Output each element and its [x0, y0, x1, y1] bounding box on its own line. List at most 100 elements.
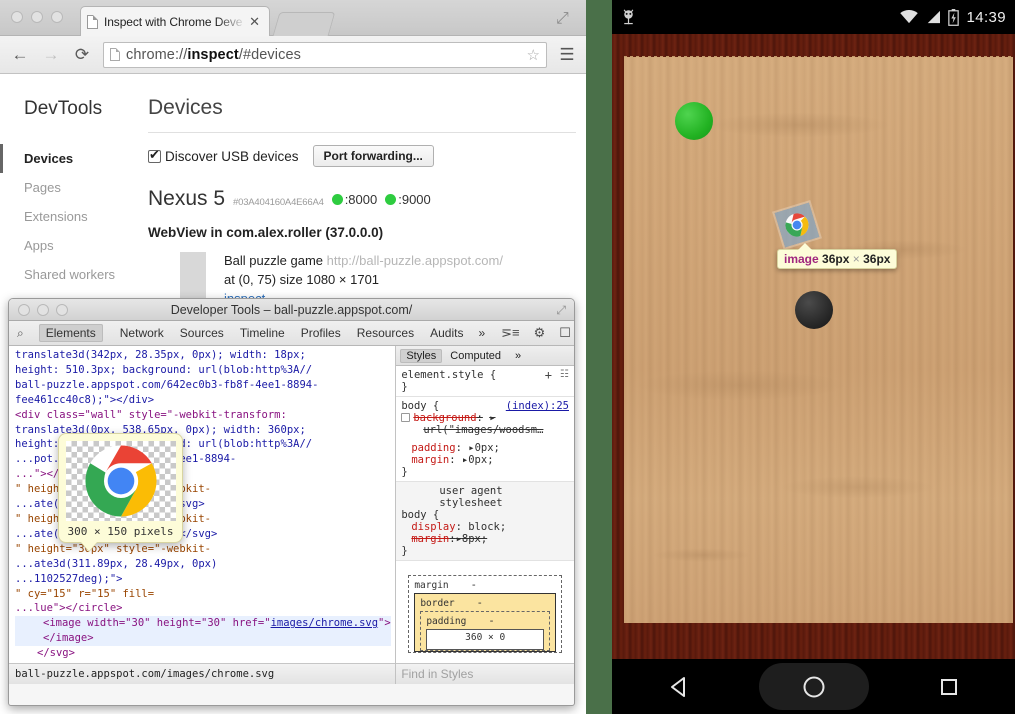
- bookmark-star-icon[interactable]: ☆: [527, 46, 540, 64]
- inspect-main: Devices Discover USB devices Port forwar…: [148, 96, 576, 315]
- tab-styles[interactable]: Styles: [400, 349, 442, 363]
- box-model-padding[interactable]: padding- 360 × 0: [420, 611, 550, 651]
- dom-line[interactable]: ...1102527deg);">: [15, 572, 391, 587]
- tab-sources[interactable]: Sources: [173, 324, 231, 342]
- browser-tab[interactable]: Inspect with Chrome Deve ✕: [80, 6, 270, 36]
- page-info-icon[interactable]: [110, 48, 120, 61]
- sidebar-item-pages[interactable]: Pages: [0, 173, 128, 202]
- tab-profiles[interactable]: Profiles: [294, 324, 348, 342]
- minimize-window-button[interactable]: [31, 11, 43, 23]
- tab-resources[interactable]: Resources: [350, 324, 421, 342]
- green-ball[interactable]: [675, 102, 713, 140]
- dom-selected-node[interactable]: <image width="30" height="30" href="imag…: [15, 616, 391, 646]
- declaration-toggle-checkbox[interactable]: [401, 413, 410, 422]
- chrome-logo-icon: [84, 444, 158, 518]
- declaration-name: margin: [411, 454, 449, 466]
- devtools-traffic-lights[interactable]: [18, 304, 68, 316]
- dom-line[interactable]: fee461cc40c8);"></div>: [15, 393, 391, 408]
- search-icon[interactable]: ⌕: [15, 326, 29, 341]
- menu-icon[interactable]: ☰: [558, 45, 576, 65]
- dom-line[interactable]: </svg>: [15, 646, 391, 661]
- recents-square-icon[interactable]: [937, 675, 961, 699]
- browser-toolbar: ← → ⟳ chrome://inspect/#devices ☆ ☰: [0, 36, 586, 74]
- address-bar[interactable]: chrome://inspect/#devices ☆: [103, 42, 547, 68]
- devtools-fullscreen-icon[interactable]: ⤢: [556, 303, 566, 318]
- image-preview-canvas: [66, 441, 176, 521]
- devtools-close-button[interactable]: [18, 304, 30, 316]
- rule-source-link[interactable]: (index):25: [506, 400, 569, 412]
- declaration-padding[interactable]: padding: ▸0px;: [401, 442, 569, 454]
- forward-button[interactable]: →: [41, 45, 61, 65]
- more-tabs-icon[interactable]: »: [472, 326, 491, 340]
- android-device-screen: 14:39 image 36px × 36p: [612, 0, 1015, 714]
- declaration-background[interactable]: background: ▸: [401, 412, 569, 424]
- tooltip-arrow: [798, 243, 812, 250]
- dom-line[interactable]: " height="30px" style="-webkit-: [15, 542, 391, 557]
- status-dot-icon: [332, 194, 343, 205]
- gear-icon[interactable]: ⚙: [528, 325, 552, 341]
- android-status-bar: 14:39: [612, 0, 1015, 34]
- port-forwarding-button[interactable]: Port forwarding...: [313, 145, 434, 167]
- styles-more-icon[interactable]: »: [509, 349, 527, 363]
- devtools-maximize-button[interactable]: [56, 304, 68, 316]
- declaration-arrow[interactable]: ▸: [489, 412, 495, 424]
- fullscreen-icon[interactable]: ⤢: [556, 10, 572, 26]
- element-picker-icon[interactable]: ☷: [560, 369, 569, 380]
- back-triangle-icon[interactable]: [666, 674, 692, 700]
- tab-network[interactable]: Network: [113, 324, 171, 342]
- sidebar-item-shared-workers[interactable]: Shared workers: [0, 260, 128, 289]
- declaration-margin[interactable]: margin: ▸0px;: [401, 454, 569, 466]
- target-page-url: http://ball-puzzle.appspot.com/: [327, 253, 503, 268]
- page-title-line: Ball puzzle game http://ball-puzzle.apps…: [224, 252, 503, 271]
- game-frame: [612, 34, 1015, 659]
- close-icon[interactable]: ✕: [246, 14, 263, 30]
- box-model-padding-value: -: [466, 615, 494, 627]
- checkbox-icon[interactable]: [148, 150, 161, 163]
- tab-timeline[interactable]: Timeline: [233, 324, 292, 342]
- dom-line[interactable]: translate3d(342px, 28.35px, 0px); width:…: [15, 348, 391, 363]
- box-model-border[interactable]: border- padding- 360 × 0: [414, 593, 556, 652]
- back-button[interactable]: ←: [10, 45, 30, 65]
- reload-button[interactable]: ⟳: [72, 45, 92, 65]
- dom-line[interactable]: height: 510.3px; background: url(blob:ht…: [15, 363, 391, 378]
- find-in-styles-input[interactable]: Find in Styles: [396, 663, 574, 684]
- declaration-name: margin: [411, 533, 449, 545]
- selected-node-link: images/chrome.svg: [271, 617, 378, 629]
- box-model-content[interactable]: 360 × 0: [426, 629, 544, 650]
- discover-usb-devices-checkbox[interactable]: Discover USB devices: [148, 149, 299, 164]
- devtools-titlebar[interactable]: Developer Tools – ball-puzzle.appspot.co…: [9, 299, 574, 321]
- dom-line[interactable]: " cy="15" r="15" fill=: [15, 587, 391, 602]
- add-rule-button[interactable]: +: [545, 368, 552, 382]
- status-bar-url: ball-puzzle.appspot.com/images/chrome.sv…: [15, 667, 274, 682]
- sidebar-item-extensions[interactable]: Extensions: [0, 202, 128, 231]
- dom-line-text: fee461cc40c8);"></div>: [15, 394, 154, 406]
- page-icon: [87, 15, 98, 29]
- device-serial: #03A404160A4E66A4: [233, 197, 324, 208]
- console-drawer-icon[interactable]: ⋝≡: [495, 325, 525, 341]
- tab-audits[interactable]: Audits: [423, 324, 470, 342]
- dom-line[interactable]: <div class="wall" style="-webkit-transfo…: [15, 408, 391, 423]
- dom-line[interactable]: ball-puzzle.appspot.com/642ec0b3-fb8f-4e…: [15, 378, 391, 393]
- tab-elements[interactable]: Elements: [39, 324, 103, 342]
- chrome-logo-icon: [782, 210, 812, 240]
- devtools-minimize-button[interactable]: [37, 304, 49, 316]
- highlight-width: 36px: [822, 252, 849, 266]
- window-traffic-lights[interactable]: [11, 11, 63, 23]
- device-mode-icon[interactable]: ☐: [553, 325, 575, 341]
- dark-ball[interactable]: [795, 291, 833, 329]
- close-window-button[interactable]: [11, 11, 23, 23]
- dom-line[interactable]: ...lue"></circle>: [15, 601, 391, 616]
- home-circle-icon[interactable]: [800, 673, 828, 701]
- box-model-margin[interactable]: margin- border- padding- 360 × 0: [408, 575, 562, 653]
- tab-computed[interactable]: Computed: [444, 349, 507, 363]
- sidebar-item-apps[interactable]: Apps: [0, 231, 128, 260]
- sidebar-item-devices[interactable]: Devices: [0, 144, 128, 173]
- box-model-diagram[interactable]: margin- border- padding- 360 × 0: [396, 561, 574, 653]
- dom-line[interactable]: ...ate3d(311.89px, 28.49px, 0px): [15, 557, 391, 572]
- declaration-name: padding: [411, 442, 455, 454]
- maximize-window-button[interactable]: [51, 11, 63, 23]
- new-tab-button[interactable]: [273, 12, 336, 36]
- ua-stylesheet-label: user agent stylesheet: [401, 485, 569, 509]
- game-board[interactable]: [624, 57, 1013, 623]
- status-dot-icon: [385, 194, 396, 205]
